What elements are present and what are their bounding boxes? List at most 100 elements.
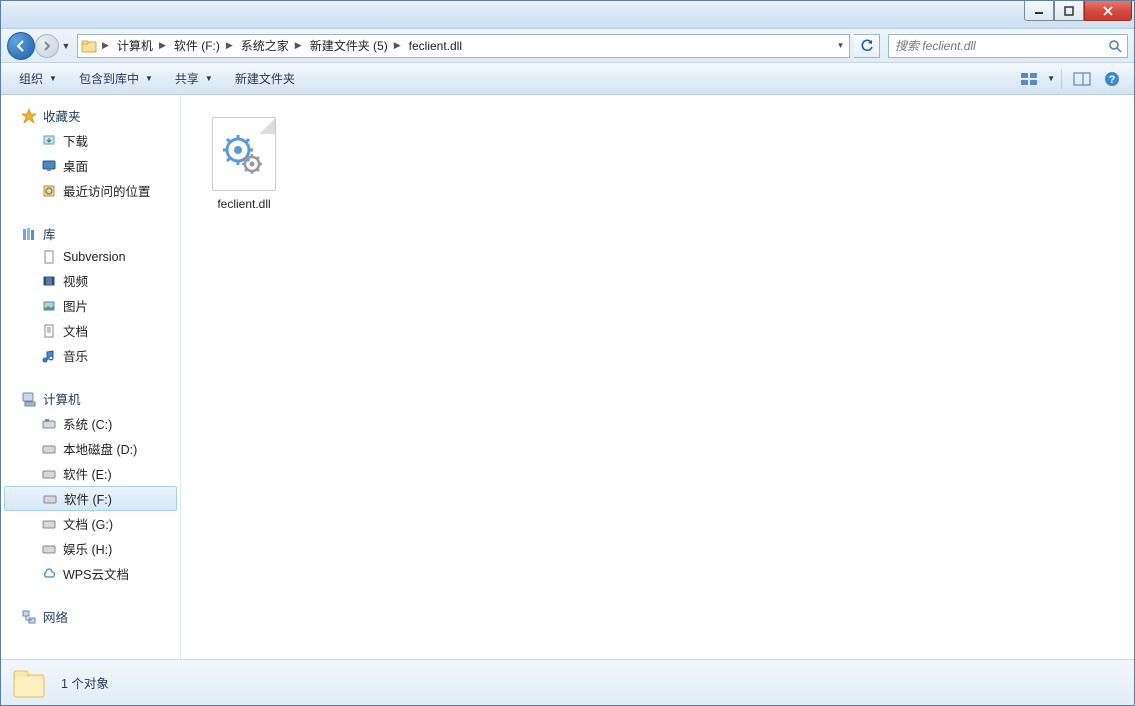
sidebar-item-documents[interactable]: 文档: [1, 318, 180, 343]
doc-icon: [41, 249, 57, 265]
include-library-button[interactable]: 包含到库中▼: [69, 66, 163, 91]
sidebar-item-downloads[interactable]: 下载: [1, 128, 180, 153]
sidebar-item-label: 音乐: [63, 346, 88, 365]
new-folder-button[interactable]: 新建文件夹: [225, 66, 305, 91]
file-label: feclient.dll: [217, 197, 270, 211]
forward-button[interactable]: [35, 34, 59, 58]
folder-icon: [78, 35, 100, 57]
drive-icon: [41, 416, 57, 432]
cloud-icon: [41, 566, 57, 582]
sidebar-item-subversion[interactable]: Subversion: [1, 246, 180, 268]
window-controls: [1024, 1, 1132, 21]
address-dropdown[interactable]: ▾: [831, 35, 849, 57]
sidebar-label: 库: [43, 224, 56, 243]
share-button[interactable]: 共享▼: [165, 66, 223, 91]
chevron-right-icon[interactable]: ▶: [100, 40, 111, 51]
sidebar: 收藏夹 下载 桌面 最近访问的位置 库: [1, 95, 181, 659]
status-text: 1 个对象: [61, 673, 109, 692]
sidebar-label: 网络: [43, 607, 68, 626]
sidebar-item-label: WPS云文档: [63, 564, 129, 583]
preview-pane-button[interactable]: [1068, 67, 1096, 91]
chevron-right-icon[interactable]: ▶: [392, 40, 403, 51]
drive-icon: [41, 541, 57, 557]
sidebar-item-drive-g[interactable]: 文档 (G:): [1, 511, 180, 536]
organize-button[interactable]: 组织▼: [9, 66, 67, 91]
toolbar: 组织▼ 包含到库中▼ 共享▼ 新建文件夹 ▼ ?: [1, 63, 1134, 95]
sidebar-libraries-group: 库 Subversion 视频 图片 文档: [1, 221, 180, 368]
dll-file-icon: [212, 117, 276, 191]
sidebar-item-drive-d[interactable]: 本地磁盘 (D:): [1, 436, 180, 461]
breadcrumb-item[interactable]: 软件 (F:): [168, 35, 224, 57]
sidebar-item-drive-f[interactable]: 软件 (F:): [4, 486, 177, 511]
breadcrumb-item[interactable]: 系统之家: [235, 35, 293, 57]
view-mode-button[interactable]: [1015, 67, 1043, 91]
titlebar: [1, 1, 1134, 29]
picture-icon: [41, 298, 57, 314]
desktop-icon: [41, 158, 57, 174]
minimize-button[interactable]: [1024, 1, 1054, 21]
sidebar-label: 计算机: [43, 389, 81, 408]
chevron-right-icon[interactable]: ▶: [224, 40, 235, 51]
sidebar-header-favorites[interactable]: 收藏夹: [1, 103, 180, 128]
breadcrumb-item[interactable]: 新建文件夹 (5): [304, 35, 392, 57]
sidebar-item-drive-e[interactable]: 软件 (E:): [1, 461, 180, 486]
sidebar-header-libraries[interactable]: 库: [1, 221, 180, 246]
music-icon: [41, 348, 57, 364]
nav-history-dropdown[interactable]: ▼: [59, 41, 73, 51]
help-button[interactable]: ?: [1098, 67, 1126, 91]
search-input[interactable]: [889, 39, 1103, 53]
sidebar-item-desktop[interactable]: 桌面: [1, 153, 180, 178]
computer-icon: [21, 391, 37, 407]
sidebar-item-music[interactable]: 音乐: [1, 343, 180, 368]
doc-icon: [41, 323, 57, 339]
statusbar: 1 个对象: [1, 659, 1134, 705]
sidebar-favorites-group: 收藏夹 下载 桌面 最近访问的位置: [1, 103, 180, 203]
sidebar-item-drive-h[interactable]: 娱乐 (H:): [1, 536, 180, 561]
search-icon[interactable]: [1103, 39, 1127, 53]
explorer-window: ▼ ▶ 计算机 ▶ 软件 (F:) ▶ 系统之家 ▶ 新建文件夹 (5) ▶ f…: [0, 0, 1135, 706]
drive-icon: [41, 441, 57, 457]
nav-buttons: ▼: [7, 32, 73, 60]
drive-icon: [41, 466, 57, 482]
maximize-button[interactable]: [1054, 1, 1084, 21]
view-dropdown[interactable]: ▼: [1047, 74, 1055, 83]
main-area: 收藏夹 下载 桌面 最近访问的位置 库: [1, 95, 1134, 659]
sidebar-label: 收藏夹: [43, 106, 81, 125]
download-icon: [41, 133, 57, 149]
search-box[interactable]: [888, 34, 1128, 58]
recent-icon: [41, 183, 57, 199]
sidebar-item-videos[interactable]: 视频: [1, 268, 180, 293]
sidebar-network-group: 网络: [1, 604, 180, 629]
sidebar-item-label: Subversion: [63, 250, 126, 264]
refresh-button[interactable]: [854, 34, 880, 58]
breadcrumb-item[interactable]: feclient.dll: [403, 35, 466, 57]
svg-text:?: ?: [1109, 74, 1116, 86]
library-icon: [21, 226, 37, 242]
sidebar-item-label: 本地磁盘 (D:): [63, 439, 137, 458]
video-icon: [41, 273, 57, 289]
sidebar-item-label: 视频: [63, 271, 88, 290]
sidebar-header-network[interactable]: 网络: [1, 604, 180, 629]
content-area[interactable]: feclient.dll: [181, 95, 1134, 659]
drive-icon: [41, 516, 57, 532]
sidebar-item-label: 下载: [63, 131, 88, 150]
sidebar-header-computer[interactable]: 计算机: [1, 386, 180, 411]
chevron-right-icon[interactable]: ▶: [293, 40, 304, 51]
chevron-right-icon[interactable]: ▶: [157, 40, 168, 51]
back-button[interactable]: [7, 32, 35, 60]
sidebar-item-label: 最近访问的位置: [63, 181, 151, 200]
sidebar-item-label: 娱乐 (H:): [63, 539, 112, 558]
drive-icon: [42, 491, 58, 507]
sidebar-item-label: 系统 (C:): [63, 414, 112, 433]
close-button[interactable]: [1084, 1, 1132, 21]
file-item[interactable]: feclient.dll: [199, 113, 289, 215]
sidebar-item-pictures[interactable]: 图片: [1, 293, 180, 318]
sidebar-item-wps-cloud[interactable]: WPS云文档: [1, 561, 180, 586]
breadcrumb-item[interactable]: 计算机: [111, 35, 157, 57]
network-icon: [21, 609, 37, 625]
sidebar-item-label: 软件 (F:): [64, 489, 112, 508]
address-bar[interactable]: ▶ 计算机 ▶ 软件 (F:) ▶ 系统之家 ▶ 新建文件夹 (5) ▶ fec…: [77, 34, 850, 58]
sidebar-item-recent[interactable]: 最近访问的位置: [1, 178, 180, 203]
folder-large-icon: [11, 665, 47, 701]
sidebar-item-drive-c[interactable]: 系统 (C:): [1, 411, 180, 436]
